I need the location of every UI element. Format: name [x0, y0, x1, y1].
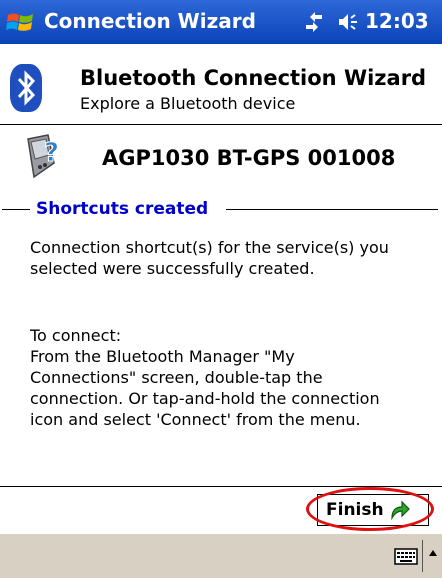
forward-arrow-icon [390, 500, 410, 521]
volume-icon[interactable] [337, 11, 359, 33]
header-divider [0, 124, 442, 125]
section-divider-right [226, 209, 438, 210]
finish-label: Finish [326, 500, 384, 520]
unknown-device-icon: ? [27, 134, 60, 179]
connect-heading: To connect: [30, 326, 122, 345]
wizard-header: Bluetooth Connection Wizard Explore a Bl… [0, 44, 442, 118]
keyboard-icon[interactable] [394, 546, 418, 566]
connect-instructions: From the Bluetooth Manager "My Connectio… [30, 346, 430, 430]
header-subtitle: Explore a Bluetooth device [80, 94, 296, 113]
sip-arrow-icon[interactable] [428, 548, 438, 558]
finish-button[interactable]: Finish [317, 494, 429, 526]
menu-bar [0, 534, 442, 578]
svg-text:?: ? [44, 138, 59, 168]
footer-divider [0, 486, 442, 487]
section-divider-left [2, 209, 30, 210]
instruction-line: From the Bluetooth Manager "My [30, 347, 295, 366]
success-message: Connection shortcut(s) for the service(s… [30, 237, 430, 279]
connectivity-icon[interactable] [303, 11, 325, 33]
device-name: AGP1030 BT-GPS 001008 [102, 146, 396, 170]
section-title: Shortcuts created [36, 199, 209, 219]
sip-separator [422, 540, 423, 572]
instruction-line: icon and select 'Connect' from the menu. [30, 410, 361, 429]
window-title: Connection Wizard [44, 9, 256, 33]
bluetooth-icon [10, 64, 42, 112]
clock[interactable]: 12:03 [365, 9, 429, 33]
instruction-line: connection. Or tap-and-hold the connecti… [30, 389, 380, 408]
message-line: selected were successfully created. [30, 259, 315, 278]
message-line: Connection shortcut(s) for the service(s… [30, 238, 389, 257]
title-bar: Connection Wizard 12:03 [0, 0, 442, 44]
header-title: Bluetooth Connection Wizard [80, 66, 427, 90]
instruction-line: Connections" screen, double-tap the [30, 368, 323, 387]
windows-start-icon[interactable] [6, 7, 36, 37]
